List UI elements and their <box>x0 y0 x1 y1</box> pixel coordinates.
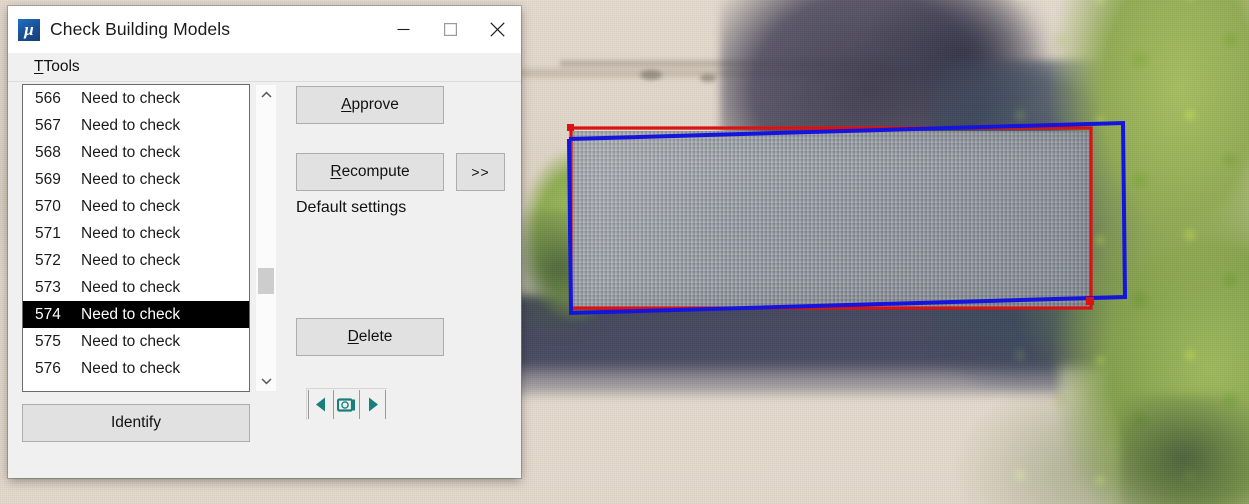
list-item[interactable]: 568 Need to check <box>23 139 249 166</box>
more-options-button[interactable]: >> <box>456 153 505 191</box>
list-scrollbar[interactable] <box>255 84 277 392</box>
list-item-status: Need to check <box>81 251 181 269</box>
list-item-id: 572 <box>35 251 61 269</box>
window-title: Check Building Models <box>50 19 231 39</box>
recompute-accel: R <box>330 163 342 180</box>
list-item-id: 574 <box>35 305 61 323</box>
list-item-status: Need to check <box>81 143 181 161</box>
list-item-id: 567 <box>35 116 61 134</box>
identify-button[interactable]: Identify <box>22 404 250 442</box>
menu-tools-label: Tools <box>43 58 80 75</box>
check-building-models-dialog: μ Check Building Models TTools 566 Need … <box>8 6 521 478</box>
approve-button-label: Approve <box>341 96 399 114</box>
recompute-button-label: Recompute <box>330 163 409 181</box>
list-item-status: Need to check <box>81 197 181 215</box>
minimize-button[interactable] <box>380 6 427 53</box>
list-item-status: Need to check <box>81 332 181 350</box>
list-item-status: Need to check <box>81 170 181 188</box>
list-item[interactable]: 575 Need to check <box>23 328 249 355</box>
title-bar[interactable]: μ Check Building Models <box>8 6 521 53</box>
ground-spot <box>640 70 662 80</box>
delete-accel: D <box>347 328 359 345</box>
next-icon[interactable] <box>360 390 386 419</box>
scrollbar-track[interactable] <box>256 105 276 371</box>
identify-button-label: Identify <box>111 414 161 431</box>
list-item[interactable]: 567 Need to check <box>23 112 249 139</box>
list-item-id: 571 <box>35 224 61 242</box>
delete-button-label: Delete <box>348 328 393 346</box>
list-item-selected[interactable]: 574 Need to check <box>23 301 249 328</box>
list-item-status: Need to check <box>81 305 181 323</box>
list-item[interactable]: 566 Need to check <box>23 85 249 112</box>
approve-button[interactable]: Approve <box>296 86 444 124</box>
list-item[interactable]: 570 Need to check <box>23 193 249 220</box>
chevron-up-icon[interactable] <box>256 85 276 105</box>
list-item-id: 576 <box>35 359 61 377</box>
more-options-label: >> <box>471 164 490 180</box>
list-item[interactable]: 569 Need to check <box>23 166 249 193</box>
list-item-status: Need to check <box>81 116 181 134</box>
default-settings-label: Default settings <box>296 199 407 216</box>
list-item-id: 570 <box>35 197 61 215</box>
window-controls <box>380 6 521 53</box>
list-item[interactable]: 571 Need to check <box>23 220 249 247</box>
list-item-status: Need to check <box>81 89 181 107</box>
list-item-status: Need to check <box>81 224 181 242</box>
list-item[interactable]: 572 Need to check <box>23 247 249 274</box>
recompute-rest: ecompute <box>341 163 410 180</box>
previous-icon[interactable] <box>308 390 334 419</box>
list-item-id: 573 <box>35 278 61 296</box>
list-item-id: 566 <box>35 89 61 107</box>
chevron-down-icon[interactable] <box>256 371 276 391</box>
maximize-button[interactable] <box>427 6 474 53</box>
list-item-id: 575 <box>35 332 61 350</box>
ground-spot <box>700 74 716 82</box>
scrollbar-thumb[interactable] <box>258 268 274 294</box>
dialog-body: 566 Need to check 567 Need to check 568 … <box>8 82 521 477</box>
approve-rest: pprove <box>351 96 399 113</box>
app-screenshot: μ Check Building Models TTools 566 Need … <box>0 0 1249 504</box>
tree-canopy-bottom-right <box>1120 395 1249 504</box>
close-button[interactable] <box>474 6 521 53</box>
approve-accel: A <box>341 96 352 113</box>
camera-icon[interactable] <box>334 390 360 419</box>
recompute-button[interactable]: Recompute <box>296 153 444 191</box>
list-item-status: Need to check <box>81 278 181 296</box>
menu-bar: TTools <box>8 53 521 82</box>
list-item-id: 569 <box>35 170 61 188</box>
menu-tools[interactable]: TTools <box>30 56 84 78</box>
list-item-id: 568 <box>35 143 61 161</box>
list-item[interactable]: 573 Need to check <box>23 274 249 301</box>
building-roof-shading <box>571 131 1091 307</box>
mu-icon: μ <box>18 18 40 41</box>
delete-rest: elete <box>358 328 393 345</box>
navigation-toolbar <box>306 388 387 420</box>
delete-button[interactable]: Delete <box>296 318 444 356</box>
building-list[interactable]: 566 Need to check 567 Need to check 568 … <box>22 84 250 392</box>
list-item[interactable]: 576 Need to check <box>23 355 249 382</box>
list-item-status: Need to check <box>81 359 181 377</box>
